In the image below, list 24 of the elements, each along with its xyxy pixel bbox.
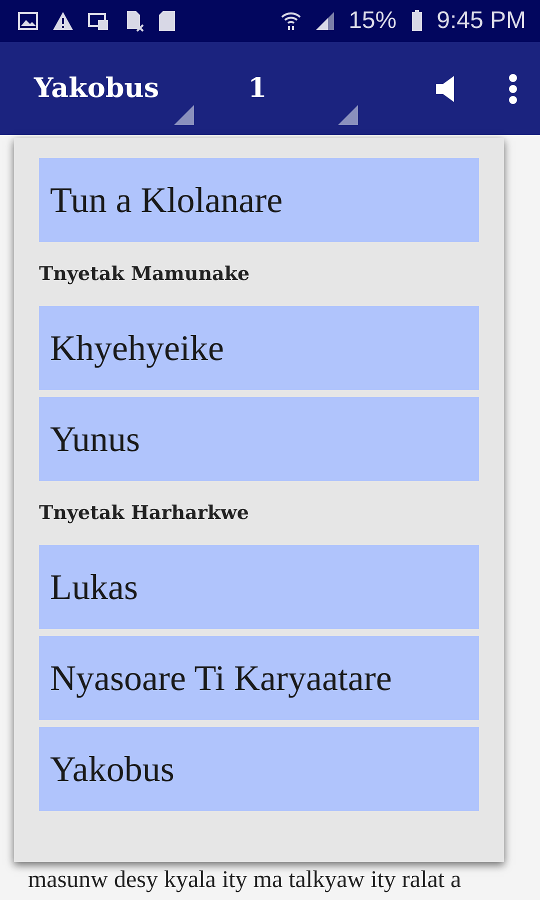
- signal-icon: [314, 11, 335, 31]
- book-menu-item[interactable]: Nyasoare Ti Karyaatare: [39, 636, 479, 720]
- testament-heading: Tnyetak Harharkwe: [39, 501, 250, 526]
- dropdown-triangle-icon: [174, 105, 194, 125]
- more-options-icon[interactable]: [508, 74, 518, 104]
- sd-card-icon: [158, 10, 176, 32]
- clock-time: 9:45 PM: [436, 7, 526, 35]
- sd-card-icon: [124, 10, 144, 32]
- dropdown-triangle-icon: [338, 105, 358, 125]
- chapter-text: masunw desy kyala ity ma talkyaw ity ralat a: [28, 867, 462, 894]
- testament-heading: Tnyetak Mamunake: [39, 262, 251, 287]
- speaker-icon[interactable]: [436, 76, 456, 102]
- book-menu-item[interactable]: Khyehyeike: [39, 306, 479, 390]
- book-menu-item[interactable]: Yunus: [39, 397, 479, 481]
- book-menu-item[interactable]: Tun a Klolanare: [39, 158, 479, 242]
- chapter-selector[interactable]: 1: [248, 73, 267, 104]
- warning-icon: [52, 11, 74, 31]
- battery-percent: 15%: [348, 7, 397, 35]
- book-selector[interactable]: Yakobus: [34, 73, 160, 104]
- book-menu-item[interactable]: Yakobus: [39, 727, 479, 811]
- book-menu-item[interactable]: Lukas: [39, 545, 479, 629]
- picture-icon: [18, 12, 38, 30]
- wifi-icon: [280, 11, 301, 31]
- battery-icon: [410, 10, 423, 32]
